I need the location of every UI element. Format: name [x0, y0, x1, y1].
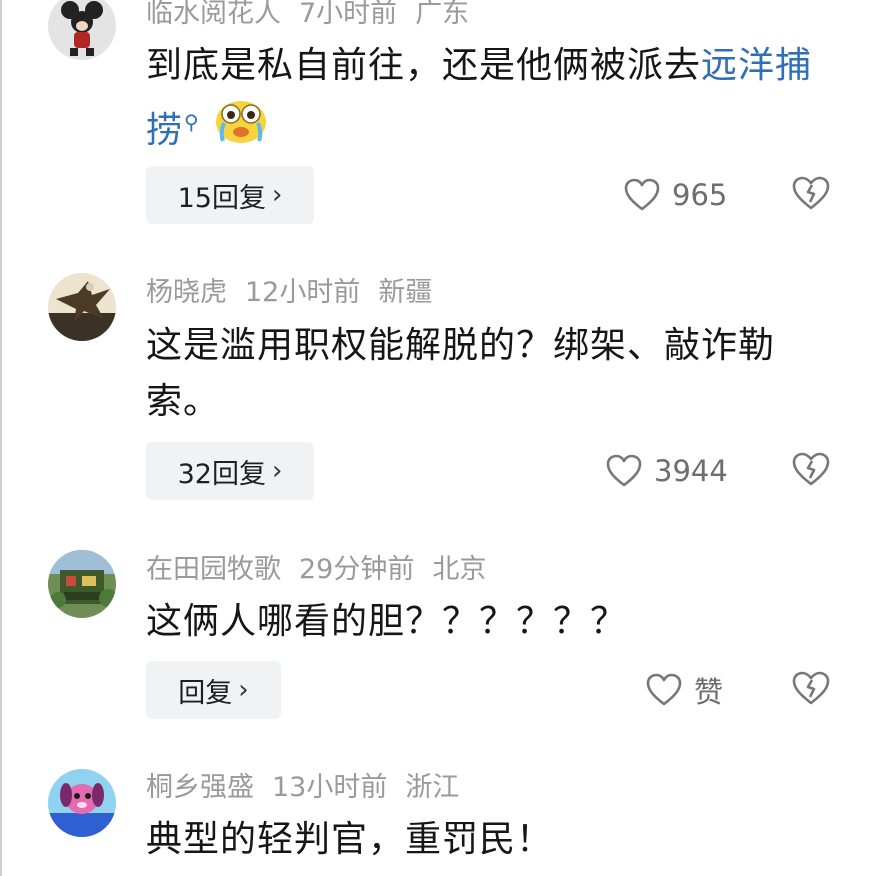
garden-photo-avatar-icon: [48, 550, 116, 618]
location: 新疆: [378, 277, 433, 308]
cartoon-mouse-avatar-icon: [48, 0, 116, 60]
timestamp: 7小时前: [299, 0, 398, 29]
location: 广东: [415, 0, 470, 29]
like-button[interactable]: 赞: [646, 661, 723, 719]
chevron-right-icon: ›: [271, 180, 283, 210]
heart-outline-icon: [606, 454, 642, 487]
comment-meta: 临水阅花人 7小时前 广东: [146, 0, 487, 32]
reply-count-label: 32回复: [177, 458, 266, 490]
location: 浙江: [405, 772, 460, 803]
eagle-photo-avatar-icon: [48, 273, 116, 341]
broken-heart-icon: [792, 452, 830, 486]
avatar[interactable]: [48, 273, 116, 341]
dislike-button[interactable]: [791, 175, 831, 215]
reply-count-label: 15回复: [177, 182, 266, 214]
broken-heart-icon: [792, 671, 830, 705]
dislike-button[interactable]: [791, 451, 831, 491]
location: 北京: [432, 554, 487, 585]
comment-body: 到底是私自前往，还是他俩被派去: [146, 45, 702, 86]
timestamp: 29分钟前: [299, 554, 415, 585]
comment-meta: 桐乡强盛 13小时前 浙江: [146, 770, 477, 806]
heart-outline-icon: [646, 673, 682, 706]
like-label: 赞: [694, 675, 724, 709]
comment-text: 这是滥用职权能解脱的？绑架、敲诈勒索。: [146, 325, 776, 422]
chevron-right-icon: ›: [271, 456, 283, 486]
chevron-right-icon: ›: [238, 675, 249, 705]
broken-heart-icon: [792, 176, 830, 210]
username[interactable]: 桐乡强盛: [146, 772, 254, 803]
like-button[interactable]: 965: [624, 166, 727, 224]
username[interactable]: 杨晓虎: [146, 277, 227, 308]
reply-button[interactable]: 回复 ›: [146, 661, 281, 719]
avatar[interactable]: [48, 0, 116, 60]
comment-text: 这俩人哪看的胆？？？？？？: [146, 601, 628, 642]
pink-dog-avatar-icon: [48, 769, 116, 837]
comment-text: 到底是私自前往，还是他俩被派去远洋捕捞⚲: [146, 38, 836, 162]
comment-meta: 杨晓虎 12小时前 新疆: [146, 275, 450, 311]
avatar[interactable]: [48, 769, 116, 837]
reply-count-button[interactable]: 32回复 ›: [146, 442, 314, 500]
like-count: 3944: [654, 454, 728, 488]
search-icon[interactable]: ⚲: [184, 110, 200, 134]
comment-text: 典型的轻判官，重罚民！: [146, 819, 554, 860]
heart-outline-icon: [624, 178, 660, 211]
avatar[interactable]: [48, 550, 116, 618]
like-count: 965: [672, 178, 728, 212]
dislike-button[interactable]: [791, 670, 831, 710]
timestamp: 13小时前: [272, 772, 388, 803]
username[interactable]: 在田园牧歌: [146, 554, 281, 585]
timestamp: 12小时前: [245, 277, 361, 308]
reply-label: 回复: [178, 677, 233, 709]
crying-face-emoji-icon: [214, 97, 268, 162]
reply-count-button[interactable]: 15回复 ›: [146, 166, 314, 224]
username[interactable]: 临水阅花人: [146, 0, 281, 29]
left-edge-divider: [0, 0, 2, 876]
like-button[interactable]: 3944: [606, 442, 728, 500]
comment-meta: 在田园牧歌 29分钟前 北京: [146, 552, 504, 588]
